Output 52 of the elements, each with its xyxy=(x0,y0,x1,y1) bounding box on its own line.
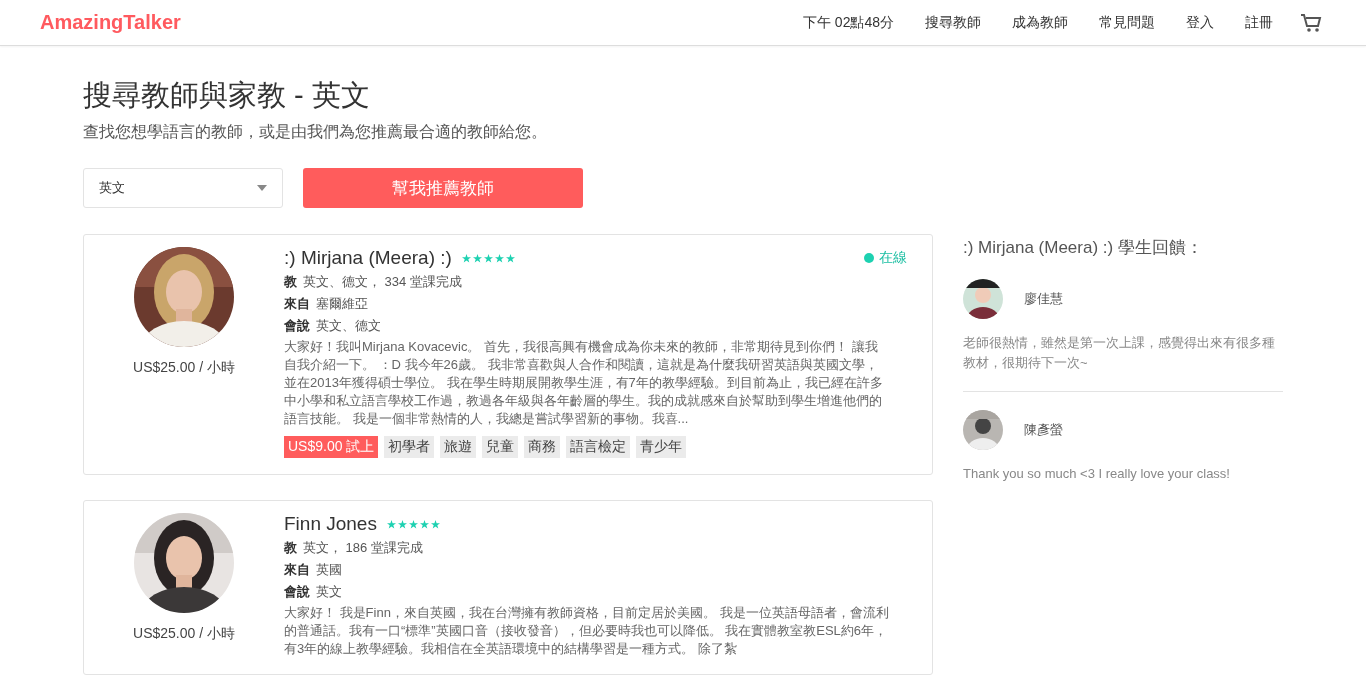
field-label: 會說 xyxy=(284,583,310,601)
trial-price-tag: US$9.00 試上 xyxy=(284,436,379,458)
nav-link[interactable]: 登入 xyxy=(1186,13,1214,32)
field-value: 英國 xyxy=(316,561,342,579)
reviewer-name: 陳彥螢 xyxy=(1024,421,1063,439)
field-label: 來自 xyxy=(284,561,310,579)
star-icon xyxy=(505,253,515,263)
page-title: 搜尋教師與家教 - 英文 xyxy=(83,78,371,113)
star-icon xyxy=(397,519,407,529)
page-subtitle: 查找您想學語言的教師，或是由我們為您推薦最合適的教師給您。 xyxy=(83,122,548,142)
nav-link[interactable]: 常見問題 xyxy=(1099,13,1155,32)
field-label: 教 xyxy=(284,273,297,291)
star-icon xyxy=(408,519,418,529)
topic-tag: 青少年 xyxy=(636,436,687,458)
teacher-name[interactable]: Finn Jones xyxy=(284,513,377,535)
star-icon xyxy=(494,253,504,263)
field-value: 英文 xyxy=(316,583,342,601)
field-label: 教 xyxy=(284,539,297,557)
topic-tag: 兒童 xyxy=(482,436,519,458)
star-icon xyxy=(461,253,471,263)
reviewer-name: 廖佳慧 xyxy=(1024,290,1063,308)
caret-icon xyxy=(257,185,267,191)
field-value: 英文、德文 xyxy=(316,317,381,335)
topic-tag: 語言檢定 xyxy=(566,436,631,458)
topic-tag: 商務 xyxy=(524,436,561,458)
field-label: 來自 xyxy=(284,295,310,313)
star-icon xyxy=(430,519,440,529)
star-icon xyxy=(386,519,396,529)
nav-link[interactable]: 成為教師 xyxy=(1012,13,1068,32)
review-text: 老師很熱情，雖然是第一次上課，感覺得出來有很多種教材，很期待下一次~ xyxy=(963,334,1276,372)
field-value: 英文、德文， 334 堂課完成 xyxy=(303,273,462,291)
clock-text: 下午 02點48分 xyxy=(802,13,894,32)
reviews-title: :) Mirjana (Meera) :) 學生回饋： xyxy=(963,237,1204,259)
review-text: Thank you so much <3 I really love your class! xyxy=(963,465,1231,483)
online-status: 在線 xyxy=(879,249,907,267)
teacher-bio: 大家好！我叫Mirjana Kovacevic。 首先，我很高興有機會成為你未來的教師，非常期待見到你們！ 讓我自我介紹一下。 ：D 我今年26歲。 我非常喜歡與人合作和閱讀，這就是為什麼我研習英語與英國文學，並在2013年獲得碩士學位。 我在學生時期展開教學生涯，有7年的教學經驗。到目前為止，我已經在許多中小學和私立語言學校工作過，教過各年級與各年齡層的學生。我的成就感來自於幫助到學生增進他們的語言技能。 我是一個非常熱情的人，我總是嘗試學習新的事物。我喜... xyxy=(284,338,884,428)
field-label: 會說 xyxy=(284,317,310,335)
nav-link[interactable]: 搜尋教師 xyxy=(925,13,981,32)
topic-tag: 旅遊 xyxy=(440,436,477,458)
topic-tag: 初學者 xyxy=(384,436,435,458)
star-icon xyxy=(472,253,482,263)
field-value: 塞爾維亞 xyxy=(316,295,368,313)
hourly-price: US$25.00 / 小時 xyxy=(133,625,235,643)
star-icon xyxy=(483,253,493,263)
language-dropdown[interactable]: 英文 xyxy=(83,168,283,208)
teacher-name[interactable]: :) Mirjana (Meera) :) xyxy=(284,247,452,269)
hourly-price: US$25.00 / 小時 xyxy=(133,359,235,377)
teacher-bio: 大家好！ 我是Finn，來自英國，我在台灣擁有教師資格，目前定居於美國。 我是一位英語母語者，會流利的普通話。我有一口“標準”英國口音（接收發音），但必要時我也可以降低。 我在實體教室教ESL約6年，有3年的線上教學經驗。我相信在全英語環境中的結構學習是一種方式。 除了紮 xyxy=(284,604,890,658)
field-value: 英文， 186 堂課完成 xyxy=(303,539,423,557)
star-icon xyxy=(419,519,429,529)
nav-link[interactable]: 註冊 xyxy=(1245,13,1273,32)
cart-icon[interactable] xyxy=(1300,11,1322,34)
